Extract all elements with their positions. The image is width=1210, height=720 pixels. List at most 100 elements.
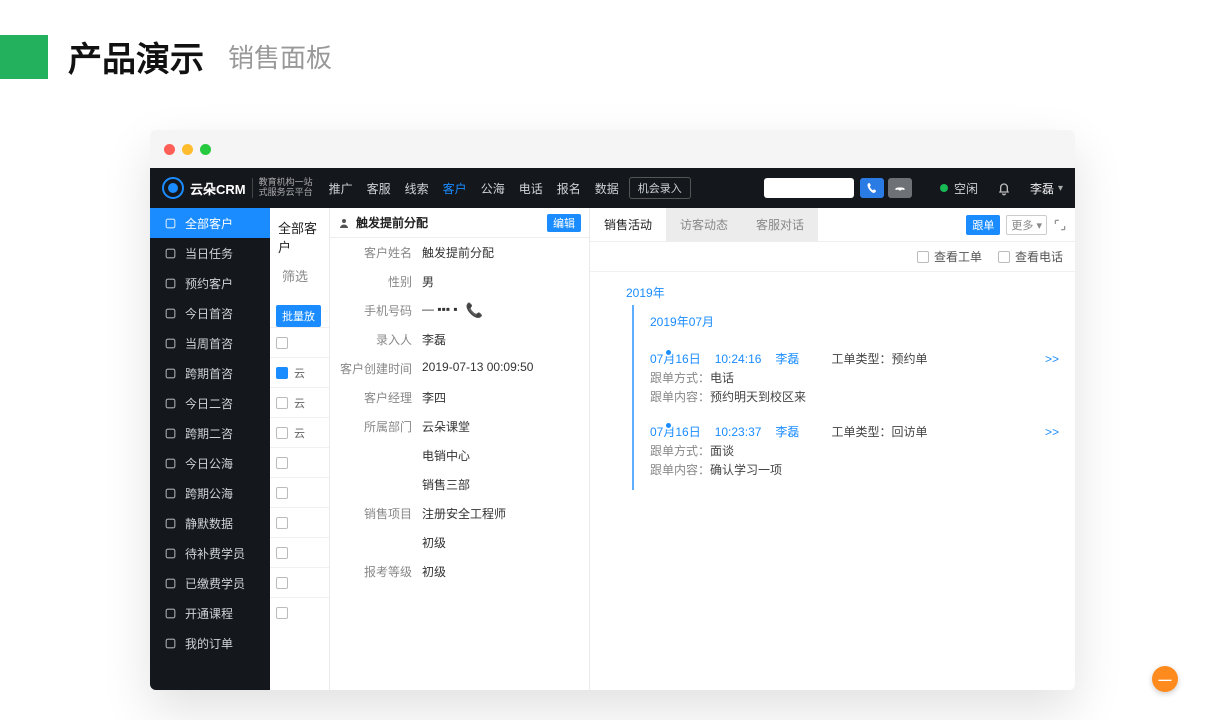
list-row[interactable]: [270, 507, 329, 537]
row-checkbox[interactable]: [276, 367, 288, 379]
window-maximize-icon[interactable]: [200, 144, 211, 155]
row-checkbox[interactable]: [276, 577, 288, 589]
topnav-item-6[interactable]: 报名: [557, 180, 581, 197]
field-label: 报考等级: [340, 563, 412, 580]
list-row[interactable]: [270, 447, 329, 477]
more-dropdown[interactable]: 更多 ▾: [1006, 215, 1047, 235]
username-label[interactable]: 李磊: [1030, 180, 1054, 197]
event-expand-link[interactable]: >>: [1045, 352, 1059, 366]
sidebar-item-2[interactable]: 预约客户: [150, 268, 270, 298]
sidebar-item-1[interactable]: 当日任务: [150, 238, 270, 268]
timeline-dot-icon: [664, 348, 673, 357]
fab-collapse-button[interactable]: —: [1152, 666, 1178, 692]
hangup-button[interactable]: [888, 178, 912, 198]
app-window: 云朵CRM 教育机构一站 式服务云平台 推广客服线索客户公海电话报名数据 机会录…: [150, 130, 1075, 690]
sidebar-icon: [164, 217, 177, 230]
detail-field: 录入人李磊: [330, 325, 589, 354]
list-filter-label: 筛选: [270, 256, 329, 285]
sidebar-item-7[interactable]: 跨期二咨: [150, 418, 270, 448]
batch-release-button[interactable]: 批量放: [276, 305, 321, 327]
sidebar-item-8[interactable]: 今日公海: [150, 448, 270, 478]
list-row[interactable]: [270, 537, 329, 567]
sidebar-item-label: 今日公海: [185, 455, 233, 472]
topnav-item-5[interactable]: 电话: [519, 180, 543, 197]
sidebar-item-6[interactable]: 今日二咨: [150, 388, 270, 418]
follow-tag-button[interactable]: 跟单: [966, 215, 1000, 235]
sidebar-item-3[interactable]: 今日首咨: [150, 298, 270, 328]
sidebar-item-label: 预约客户: [185, 275, 233, 292]
customer-detail-panel: 触发提前分配 编辑 客户姓名触发提前分配性别男手机号码— ▪▪▪ ▪📞录入人李磊…: [330, 208, 590, 690]
detail-field: 客户经理李四: [330, 383, 589, 412]
sidebar-item-5[interactable]: 跨期首咨: [150, 358, 270, 388]
list-row[interactable]: 云: [270, 417, 329, 447]
topnav-item-1[interactable]: 客服: [367, 180, 391, 197]
list-row[interactable]: [270, 567, 329, 597]
dial-phone-icon[interactable]: 📞: [466, 302, 483, 319]
field-label: [340, 476, 412, 493]
sidebar-icon: [164, 247, 177, 260]
field-label: 客户姓名: [340, 244, 412, 261]
row-checkbox[interactable]: [276, 427, 288, 439]
sidebar-item-label: 跨期公海: [185, 485, 233, 502]
list-row[interactable]: [270, 327, 329, 357]
event-expand-link[interactable]: >>: [1045, 425, 1059, 439]
bell-icon[interactable]: [996, 180, 1012, 196]
edit-button[interactable]: 编辑: [547, 214, 581, 232]
topnav-item-7[interactable]: 数据: [595, 180, 619, 197]
row-checkbox[interactable]: [276, 397, 288, 409]
topnav-item-2[interactable]: 线索: [405, 180, 429, 197]
call-button[interactable]: [860, 178, 884, 198]
field-label: 手机号码: [340, 302, 412, 319]
topnav-item-4[interactable]: 公海: [481, 180, 505, 197]
row-checkbox[interactable]: [276, 337, 288, 349]
sidebar-item-11[interactable]: 待补费学员: [150, 538, 270, 568]
expand-icon[interactable]: [1053, 218, 1067, 232]
activity-tab-0[interactable]: 销售活动: [590, 208, 666, 241]
detail-field: 报考等级初级: [330, 557, 589, 586]
list-row[interactable]: [270, 597, 329, 627]
sidebar-item-9[interactable]: 跨期公海: [150, 478, 270, 508]
row-checkbox[interactable]: [276, 517, 288, 529]
topnav-item-0[interactable]: 推广: [329, 180, 353, 197]
list-header: 全部客户: [270, 208, 329, 256]
view-call-checkbox[interactable]: 查看电话: [998, 248, 1063, 265]
list-row[interactable]: [270, 477, 329, 507]
detail-title: 触发提前分配: [356, 214, 428, 231]
row-checkbox[interactable]: [276, 487, 288, 499]
list-row[interactable]: 云: [270, 387, 329, 417]
field-value: 李四: [422, 389, 446, 406]
activity-tab-2[interactable]: 客服对话: [742, 208, 818, 241]
activity-tab-1[interactable]: 访客动态: [666, 208, 742, 241]
sidebar-icon: [164, 367, 177, 380]
sidebar-item-12[interactable]: 已缴费学员: [150, 568, 270, 598]
window-minimize-icon[interactable]: [182, 144, 193, 155]
brand: 云朵CRM 教育机构一站 式服务云平台: [162, 177, 313, 199]
search-input[interactable]: [764, 178, 854, 198]
row-checkbox[interactable]: [276, 607, 288, 619]
event-date: 07月16日: [650, 423, 701, 440]
event-method: 跟单方式：面谈: [650, 440, 1065, 459]
sidebar-icon: [164, 277, 177, 290]
row-checkbox[interactable]: [276, 547, 288, 559]
sidebar-item-label: 开通课程: [185, 605, 233, 622]
activity-tabs: 销售活动访客动态客服对话 跟单 更多 ▾: [590, 208, 1075, 242]
row-checkbox[interactable]: [276, 457, 288, 469]
timeline-event[interactable]: 07月16日10:23:37李磊工单类型：回访单>>跟单方式：面谈跟单内容：确认…: [650, 417, 1065, 484]
event-time: 10:24:16: [715, 352, 762, 366]
opportunity-entry-button[interactable]: 机会录入: [629, 177, 691, 199]
sidebar-item-14[interactable]: 我的订单: [150, 628, 270, 658]
sidebar-item-0[interactable]: 全部客户: [150, 208, 270, 238]
sidebar-item-13[interactable]: 开通课程: [150, 598, 270, 628]
timeline-event[interactable]: 07月16日10:24:16李磊工单类型：预约单>>跟单方式：电话跟单内容：预约…: [650, 344, 1065, 411]
sidebar-item-label: 已缴费学员: [185, 575, 245, 592]
view-ticket-checkbox[interactable]: 查看工单: [917, 248, 982, 265]
status-dot-icon: [940, 184, 948, 192]
topnav-item-3[interactable]: 客户: [443, 180, 467, 197]
chevron-down-icon[interactable]: ▾: [1058, 183, 1063, 194]
window-close-icon[interactable]: [164, 144, 175, 155]
sidebar-item-10[interactable]: 静默数据: [150, 508, 270, 538]
list-row[interactable]: 云: [270, 357, 329, 387]
sidebar-item-label: 待补费学员: [185, 545, 245, 562]
sidebar-item-4[interactable]: 当周首咨: [150, 328, 270, 358]
sidebar-icon: [164, 397, 177, 410]
